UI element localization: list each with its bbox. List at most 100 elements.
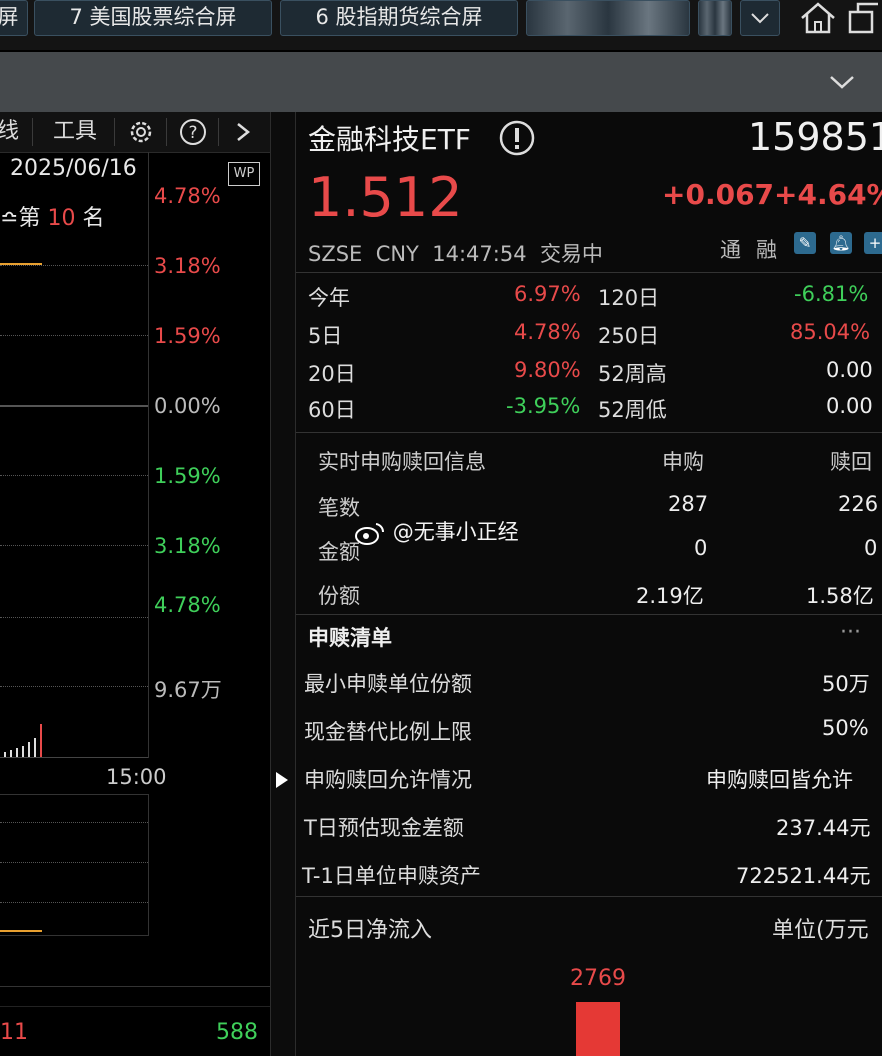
tab-blurred[interactable] <box>526 0 690 36</box>
list-item-value: 50万 <box>822 672 870 696</box>
col-subscribe: 申购 <box>662 450 704 474</box>
security-name: 金融科技ETF <box>308 123 471 156</box>
toolbar-divider <box>166 118 167 146</box>
stat-label: 52周低 <box>598 398 667 422</box>
stat-label: 250日 <box>598 324 660 348</box>
top-tab-bar: 屏 7 美国股票综合屏 6 股指期货综合屏 <box>0 0 882 50</box>
tab-dropdown-button[interactable] <box>740 0 780 36</box>
grid-line <box>0 822 148 823</box>
volume-max-label: 9.67万 <box>154 678 222 702</box>
rank-suffix: 名 <box>82 206 105 231</box>
section-divider <box>296 432 882 433</box>
stat-label: 60日 <box>308 398 356 422</box>
tab-us-stocks[interactable]: 7 美国股票综合屏 <box>34 0 272 36</box>
chart-toolbar: 线 工具 ? <box>0 112 270 153</box>
axis-tick-pct: 1.59% <box>154 324 221 348</box>
help-icon[interactable]: ? <box>178 117 208 147</box>
panel-divider <box>0 986 270 987</box>
axis-tick-pct: 4.78% <box>154 184 221 208</box>
currency: CNY <box>375 242 419 266</box>
list-item-value: 722521.44元 <box>736 864 871 888</box>
sub-chart <box>0 794 149 936</box>
stat-label: 今年 <box>308 286 350 310</box>
watermark: @无事小正经 <box>354 516 519 546</box>
wp-button[interactable]: WP <box>228 162 260 186</box>
panel-splitter[interactable] <box>270 112 296 1056</box>
toolbar-divider <box>218 118 219 146</box>
list-item-label: 最小申赎单位份额 <box>304 672 472 696</box>
tab-blurred-small[interactable] <box>698 0 732 36</box>
realtime-red-value: 226 <box>838 492 879 516</box>
tab-screen[interactable]: 屏 <box>0 0 28 36</box>
section-divider <box>296 896 882 897</box>
grid-line <box>0 545 148 546</box>
security-code: 159851 <box>748 115 882 159</box>
time-axis-label: 15:00 <box>106 765 167 789</box>
grid-line <box>0 862 148 863</box>
exchange: SZSE <box>308 242 363 266</box>
list-item-label: 现金替代比例上限 <box>304 720 472 744</box>
stat-value: -3.95% <box>506 394 581 418</box>
trading-status: 交易中 <box>539 242 603 266</box>
stat-value: 4.78% <box>514 320 581 344</box>
grid-line <box>0 265 148 266</box>
tools-menu[interactable]: 工具 <box>40 112 110 152</box>
zero-line <box>0 405 148 407</box>
col-redeem: 赎回 <box>830 450 872 474</box>
chevron-down-icon[interactable] <box>828 70 856 94</box>
line-tool[interactable]: 线 <box>0 112 20 152</box>
svg-text:?: ? <box>188 123 197 143</box>
list-item-label: T日预估现金差额 <box>304 816 464 840</box>
tab-index-futures[interactable]: 6 股指期货综合屏 <box>280 0 518 36</box>
stat-value: 9.80% <box>514 358 581 382</box>
expand-arrow-icon[interactable] <box>274 770 290 790</box>
weibo-logo-icon <box>355 523 385 545</box>
flow-bar-label: 2769 <box>570 966 626 991</box>
price-change-pct: +4.64% <box>774 178 882 211</box>
tag-tong: 通 <box>720 238 741 262</box>
sub-header-bar <box>0 52 882 112</box>
window-icon[interactable] <box>844 0 882 36</box>
bell-icon[interactable]: 🔔︎ <box>830 232 852 254</box>
quote-time: 14:47:54 <box>432 242 527 266</box>
rank-label: ≏第 10 名 <box>0 200 104 232</box>
list-item-value: 50% <box>822 716 869 740</box>
grid-line <box>0 335 148 336</box>
stat-label: 20日 <box>308 362 356 386</box>
chevron-right-icon[interactable] <box>232 120 254 144</box>
stat-label: 52周高 <box>598 362 667 386</box>
grid-line <box>0 686 148 687</box>
info-icon[interactable] <box>498 119 536 157</box>
axis-tick-pct: 4.78% <box>154 593 221 617</box>
chart-bottom-border <box>0 757 148 758</box>
more-icon[interactable]: ··· <box>840 620 861 645</box>
home-icon[interactable] <box>798 0 838 36</box>
section-divider <box>296 614 882 615</box>
stat-value: 6.97% <box>514 282 581 306</box>
axis-tick-pct: 3.18% <box>154 534 221 558</box>
gear-icon[interactable] <box>126 118 156 146</box>
list-item-label: 申购赎回允许情况 <box>304 768 472 792</box>
toolbar-divider <box>114 118 115 146</box>
realtime-title: 实时申购赎回信息 <box>318 450 486 474</box>
realtime-red-value: 1.58亿 <box>806 584 874 608</box>
axis-tick-pct: 0.00% <box>154 394 221 418</box>
bottom-right-value: 588 <box>216 1020 258 1045</box>
edit-icon[interactable]: ✎ <box>794 232 816 254</box>
stat-value: 0.00 <box>826 394 873 418</box>
flow-title: 近5日净流入 <box>308 918 432 943</box>
add-icon[interactable]: + <box>864 232 882 254</box>
grid-line <box>0 617 148 618</box>
volume-bars <box>4 724 42 758</box>
realtime-red-value: 0 <box>864 536 878 560</box>
list-item-value: 申购赎回皆允许 <box>706 768 853 792</box>
chevron-down-icon <box>751 13 769 24</box>
stat-value: -6.81% <box>794 282 869 306</box>
rank-prefix: 第 <box>18 206 41 231</box>
sub-chart-line <box>0 930 42 932</box>
grid-line <box>0 475 148 476</box>
realtime-row-label: 份额 <box>318 584 360 608</box>
watermark-text: @无事小正经 <box>392 520 519 544</box>
stat-value: 85.04% <box>790 320 871 344</box>
rank-icon: ≏ <box>0 206 19 231</box>
